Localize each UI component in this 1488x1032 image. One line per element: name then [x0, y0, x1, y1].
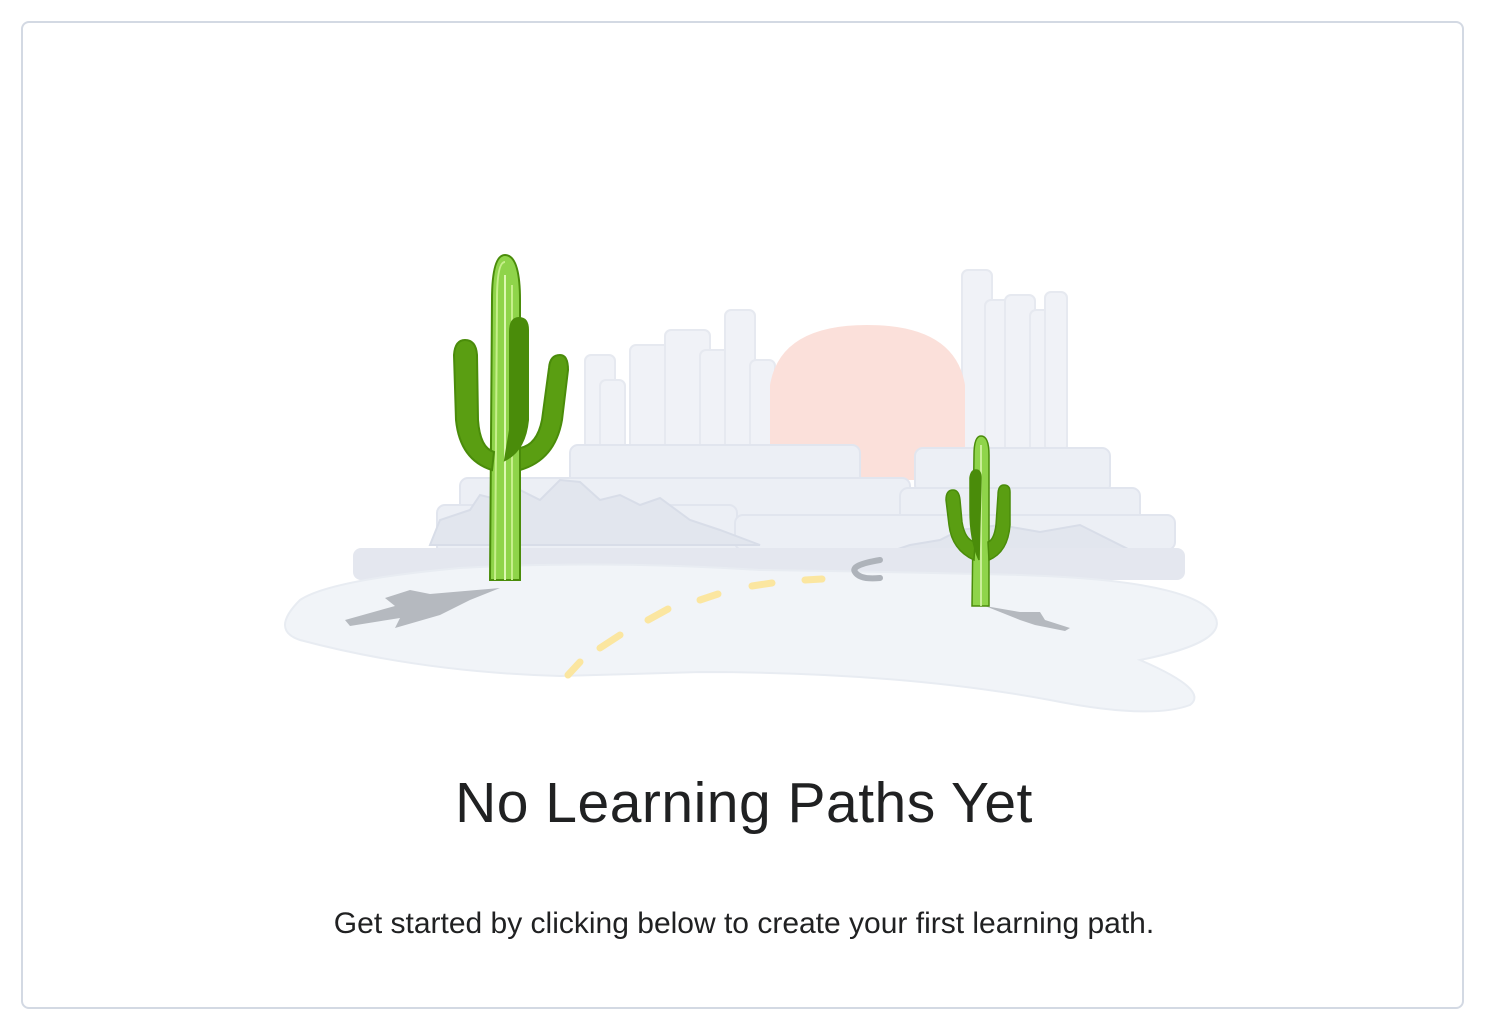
empty-state-title: No Learning Paths Yet — [455, 771, 1033, 835]
desert-cactus-illustration — [284, 253, 1218, 713]
empty-state-description: Get started by clicking below to create … — [333, 907, 1155, 940]
